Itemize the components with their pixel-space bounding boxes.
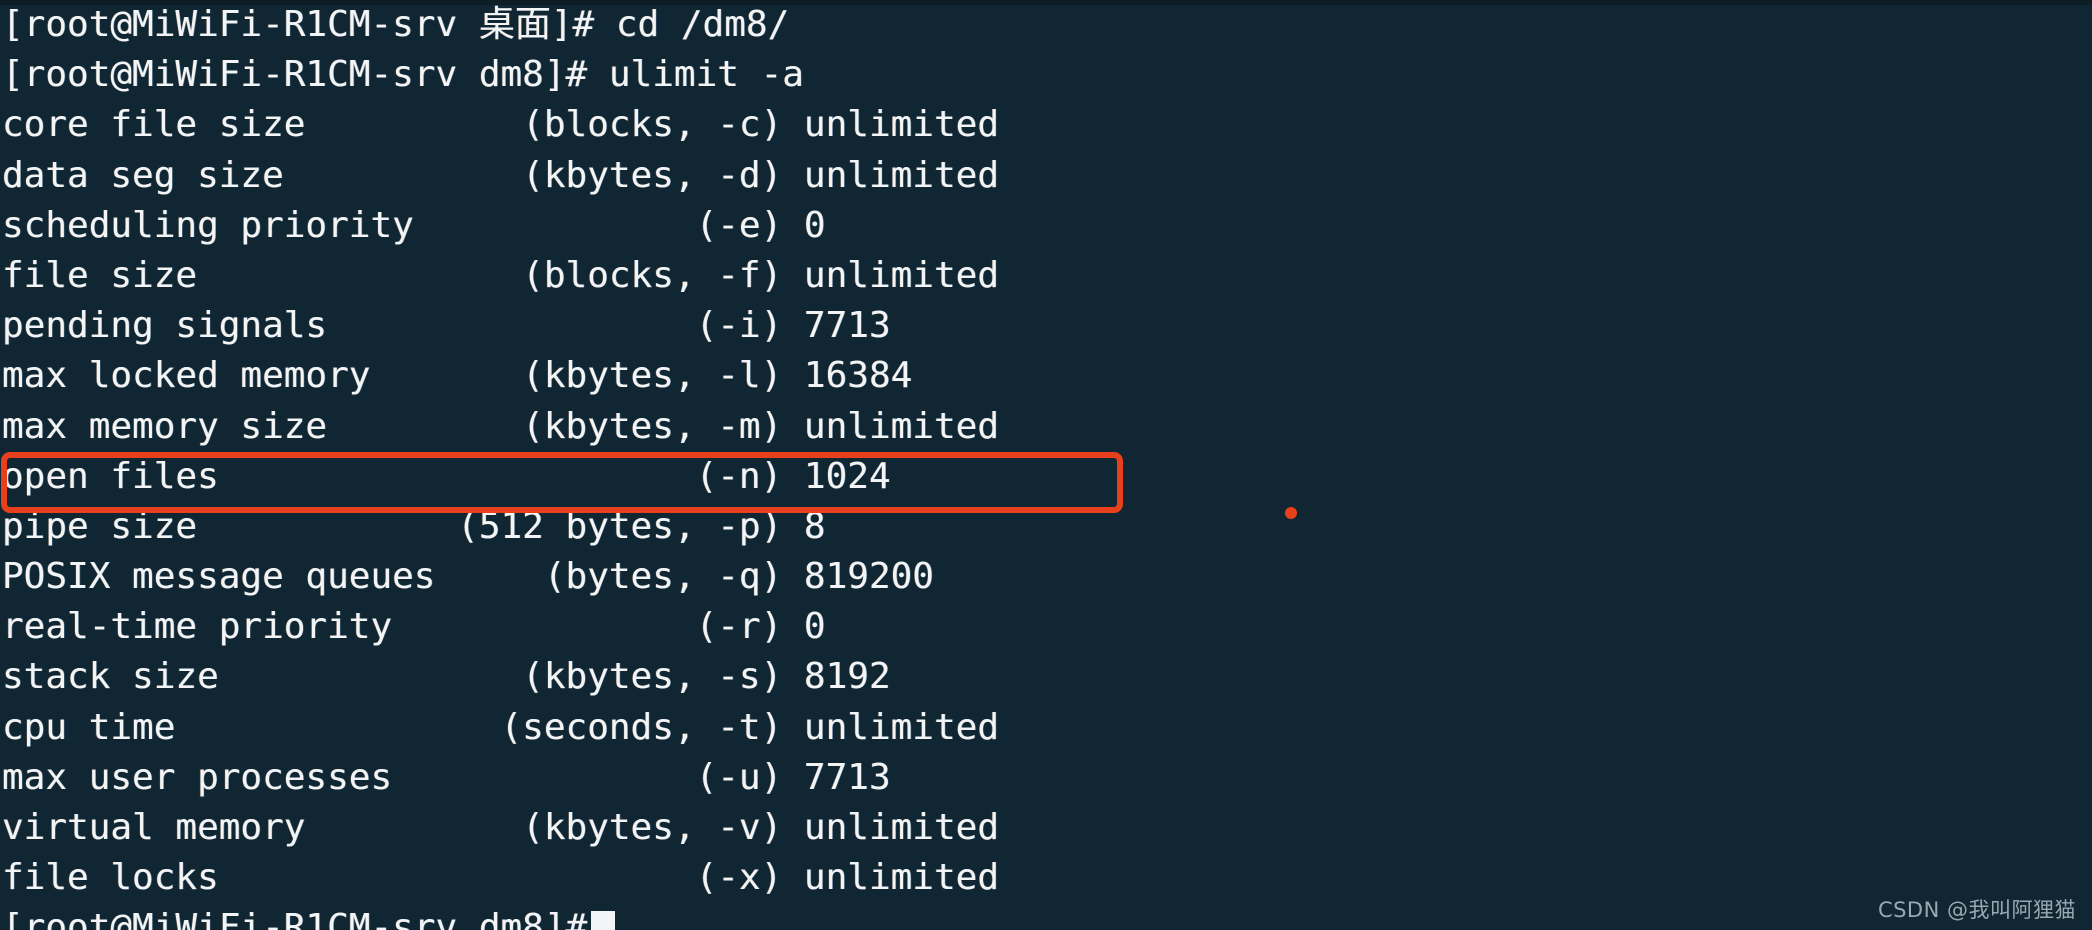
ulimit-row-pending-signals: pending signals (-i) 7713 (2, 305, 891, 347)
prompt-line-last[interactable]: [root@MiWiFi-R1CM-srv dm8]# (2, 903, 2092, 930)
prompt-line-ulimit: [root@MiWiFi-R1CM-srv dm8]# ulimit -a (2, 54, 804, 96)
ulimit-row-posix-message-queues: POSIX message queues (bytes, -q) 819200 (2, 556, 934, 598)
block-cursor (591, 911, 616, 930)
ulimit-row-open-files: open files (-n) 1024 (2, 455, 891, 497)
terminal-window[interactable]: [root@MiWiFi-R1CM-srv 桌面]# cd /dm8/ [roo… (0, 0, 2092, 930)
ulimit-row-max-user-processes: max user processes (-u) 7713 (2, 756, 891, 798)
ulimit-row-stack-size: stack size (kbytes, -s) 8192 (2, 656, 891, 698)
ulimit-row-real-time-priority: real-time priority (-r) 0 (2, 606, 826, 648)
ulimit-row-data-seg-size: data seg size (kbytes, -d) unlimited (2, 154, 999, 196)
ulimit-row-cpu-time: cpu time (seconds, -t) unlimited (2, 706, 999, 748)
ulimit-row-file-locks: file locks (-x) unlimited (2, 857, 999, 899)
ulimit-row-core-file-size: core file size (blocks, -c) unlimited (2, 104, 999, 146)
prompt-line-cd: [root@MiWiFi-R1CM-srv 桌面]# cd /dm8/ (2, 4, 790, 45)
ulimit-row-max-memory-size: max memory size (kbytes, -m) unlimited (2, 405, 999, 447)
terminal-output: [root@MiWiFi-R1CM-srv 桌面]# cd /dm8/ [roo… (2, 0, 2092, 930)
ulimit-row-file-size: file size (blocks, -f) unlimited (2, 254, 999, 296)
ulimit-row-pipe-size: pipe size (512 bytes, -p) 8 (2, 505, 826, 547)
prompt-last-text: [root@MiWiFi-R1CM-srv dm8]# (2, 907, 588, 930)
csdn-watermark: CSDN @我叫阿狸猫 (1877, 898, 2076, 922)
red-dot-marker (1285, 507, 1297, 519)
ulimit-row-scheduling-priority: scheduling priority (-e) 0 (2, 204, 826, 246)
ulimit-row-max-locked-memory: max locked memory (kbytes, -l) 16384 (2, 355, 913, 397)
ulimit-row-virtual-memory: virtual memory (kbytes, -v) unlimited (2, 807, 999, 848)
